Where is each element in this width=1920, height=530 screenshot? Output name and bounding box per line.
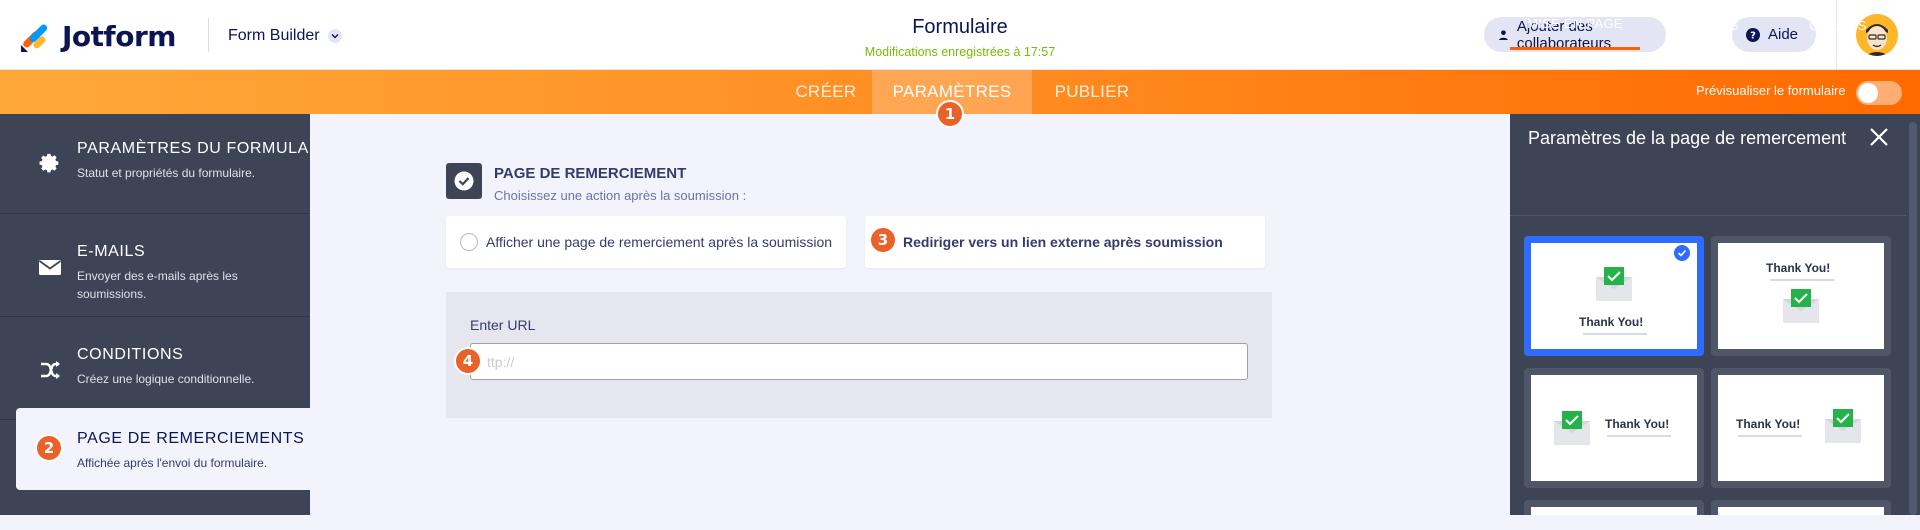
option-show-thank-you-page[interactable]: Afficher une page de remerciement après … [446,216,846,268]
sidebar-item-conditions[interactable]: CONDITIONS Créez une logique conditionne… [0,320,310,420]
form-title-block: Formulaire Modifications enregistrées à … [760,16,1160,59]
tab-publier[interactable]: PUBLIER [1032,70,1152,114]
sidebar-item-title: E-MAILS [77,243,146,260]
sidebar-item-title: PAGE DE REMERCIEMENTS [77,430,305,447]
scrollbar-thumb[interactable] [1909,122,1917,515]
selected-check-icon [1672,243,1692,263]
layout-option-6[interactable] [1711,500,1891,515]
jotform-logo-icon [21,24,48,52]
thumb-subtext [1770,279,1834,281]
sidebar-item-desc: Statut et propriétés du formulaire. [77,166,256,180]
form-builder-dropdown[interactable]: Form Builder [228,24,342,48]
url-field-label: Enter URL [470,317,536,333]
preview-toggle-knob [1858,83,1878,103]
layout-option-4[interactable]: Thank You! [1711,368,1891,488]
step-badge-3: 3 [869,226,897,254]
step-badge-2: 2 [35,434,63,462]
save-status: Modifications enregistrées à 17:57 [864,45,1056,59]
envelope-check-icon [1825,409,1861,443]
tab-champs[interactable]: CHAMPS [1773,0,1903,50]
thumb-subtext [1583,333,1647,335]
tab-creer[interactable]: CRÉER [780,70,872,114]
chevron-down-icon [327,29,342,43]
step-badge-1: 1 [936,100,964,128]
sidebar-item-desc: Affichée après l'envoi du formulaire. [77,456,268,470]
sidebar-item-title: CONDITIONS [77,346,184,363]
radio-unchecked[interactable] [460,233,478,251]
sidebar-item-title: PARAMÈTRES DU FORMULAIRE [77,140,338,157]
sidebar-item-desc: Créez une logique conditionnelle. [77,372,255,386]
layout-option-5[interactable] [1524,500,1704,515]
logo-text: Jotform [62,19,176,53]
envelope-check-icon [1783,289,1819,323]
close-icon[interactable] [1868,126,1890,148]
panel-tabs [1510,166,1920,216]
preview-form-label: Prévisualiser le formulaire [1696,83,1846,98]
thumb-thank-you-text: Thank You! [1605,417,1670,431]
option-label: Rediriger vers un lien externe après sou… [903,234,1223,250]
sidebar-item-emails[interactable]: E-MAILS Envoyer des e-mails après les so… [0,217,310,317]
thumb-thank-you-text: Thank You! [1579,315,1644,329]
sidebar-item-form-settings[interactable]: PARAMÈTRES DU FORMULAIRE Statut et propr… [0,114,337,214]
panel-scrollbar[interactable] [1906,114,1920,515]
thumb-thank-you-text: Thank You! [1736,417,1801,431]
user-icon [1499,29,1508,40]
sidebar-item-desc: Envoyer des e-mails après les soumission… [77,269,238,301]
thank-you-section-icon [446,163,482,199]
envelope-check-icon [1554,411,1590,445]
layout-option-3[interactable]: Thank You! [1524,368,1704,488]
sidebar-item-next[interactable] [0,490,310,530]
tab-mise-en-page[interactable]: MISE EN PAGE [1510,0,1640,50]
section-subtitle: Choisissez une action après la soumissio… [494,188,747,203]
layout-option-2[interactable]: Thank You! [1711,236,1891,356]
option-redirect-external[interactable]: Rediriger vers un lien externe après sou… [865,216,1265,268]
step-badge-4: 4 [454,347,482,375]
form-builder-label: Form Builder [228,27,320,44]
envelope-check-icon [1596,267,1632,301]
thumb-subtext [1738,435,1802,437]
thumb-subtext [1607,435,1671,437]
section-title: PAGE DE REMERCIEMENT [494,165,687,182]
redirect-url-input[interactable] [470,343,1248,380]
gear-icon [38,152,62,176]
panel-title: Paramètres de la page de remercement [1528,128,1847,148]
check-circle-icon [454,171,474,191]
shuffle-icon [38,358,62,382]
header-divider [208,18,209,52]
jotform-logo[interactable]: Jotform [18,18,176,54]
tab-boutons[interactable]: BOUTONS [1641,0,1771,50]
preview-toggle[interactable] [1856,81,1902,105]
form-title[interactable]: Formulaire [760,16,1160,39]
thumb-thank-you-text: Thank You! [1766,261,1831,275]
envelope-icon [38,255,62,279]
option-label: Afficher une page de remerciement après … [486,234,833,250]
